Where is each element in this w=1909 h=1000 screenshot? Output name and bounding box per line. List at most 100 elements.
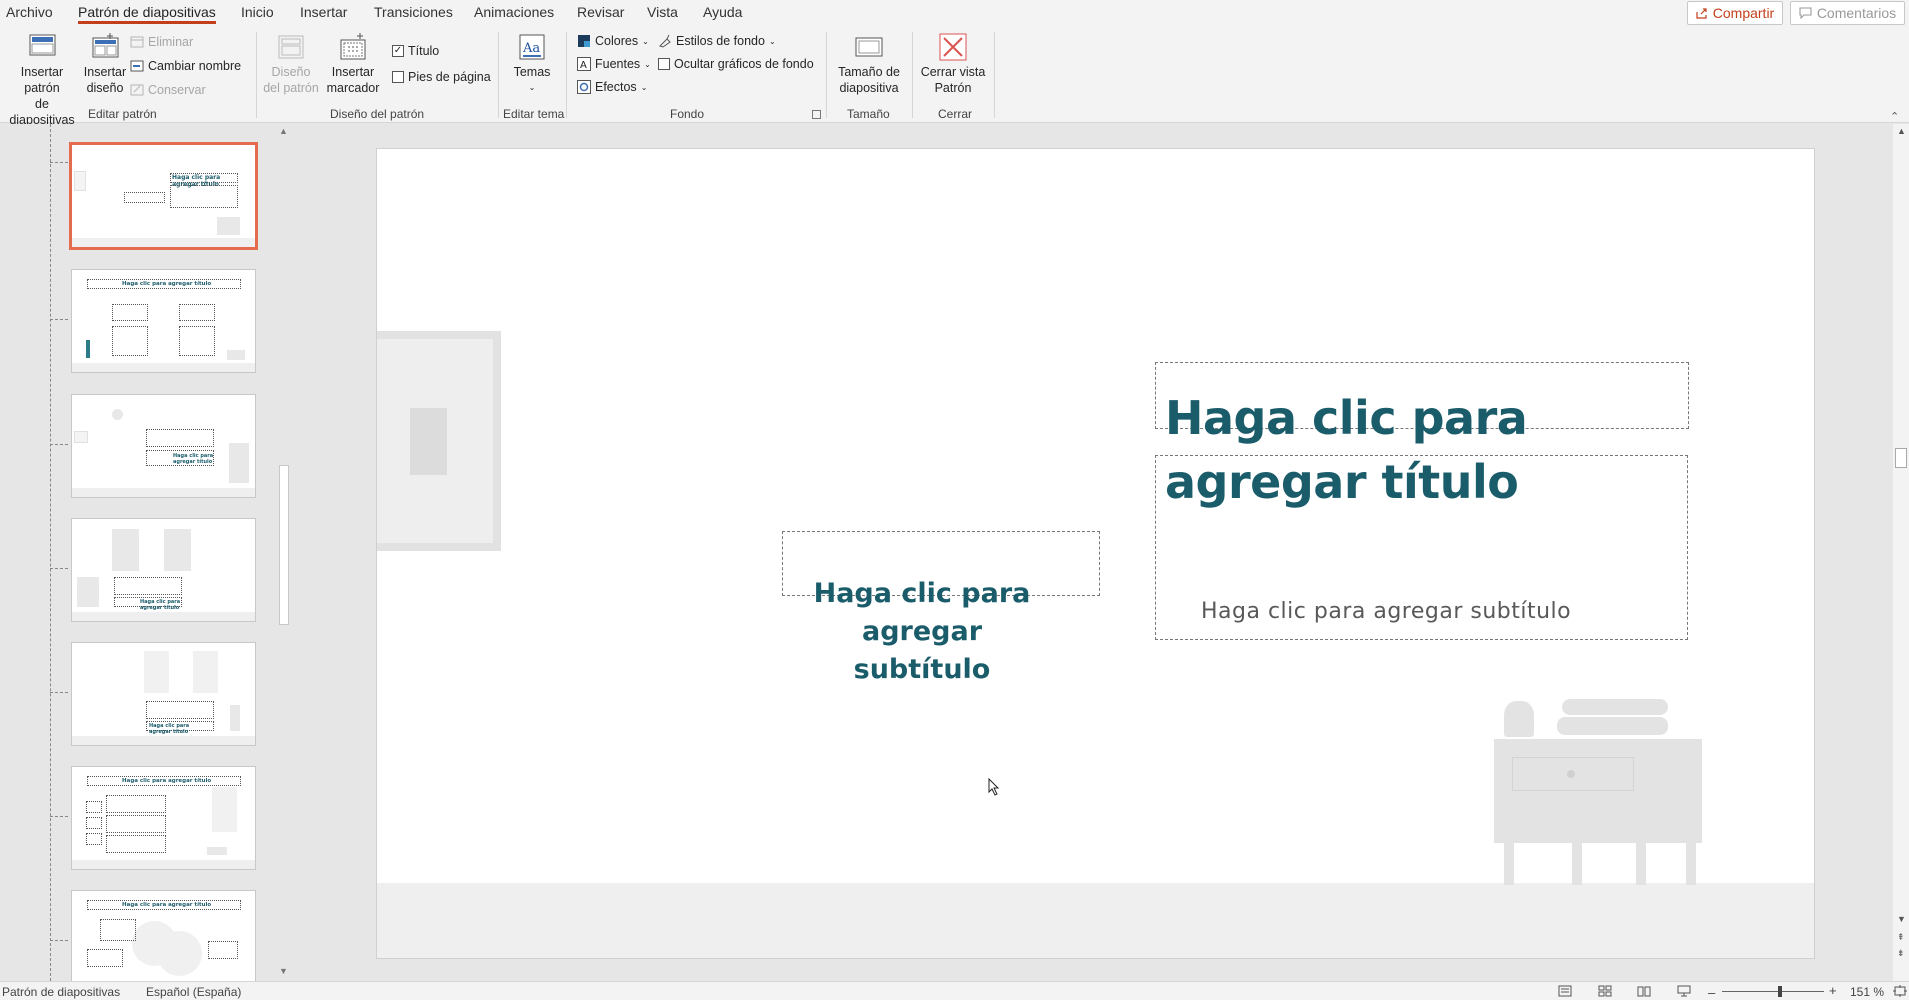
- thumbnail-scrollbar[interactable]: ▲ ▼: [277, 124, 291, 981]
- tree-connector: [50, 940, 68, 941]
- zoom-level[interactable]: 151 %: [1850, 985, 1884, 999]
- slideshow-icon[interactable]: [1677, 985, 1691, 997]
- thumb-subtitle-placeholder: [124, 192, 165, 203]
- preserve-label: Conservar: [148, 83, 206, 97]
- thumb-window: [164, 529, 191, 571]
- tree-connector: [50, 444, 68, 445]
- footers-checkbox[interactable]: Pies de página: [392, 68, 491, 86]
- thumb-decor-circle: [157, 931, 202, 976]
- next-slide-icon[interactable]: ⇟: [1897, 948, 1905, 959]
- tab-vista[interactable]: Vista: [647, 4, 678, 20]
- tab-animaciones[interactable]: Animaciones: [474, 4, 554, 20]
- scroll-down-icon[interactable]: ▼: [279, 966, 288, 976]
- insert-layout-icon: [92, 33, 119, 58]
- thumb-cabinet: [229, 443, 249, 483]
- fonts-button[interactable]: A Fuentes ⌄: [577, 55, 651, 73]
- themes-button[interactable]: Aa Temas ⌄: [510, 32, 554, 96]
- slide-size-button[interactable]: Tamaño de diapositiva: [832, 32, 906, 96]
- comments-button[interactable]: Comentarios: [1790, 1, 1905, 25]
- slide-floor: [377, 883, 1814, 958]
- title-checkbox-box[interactable]: ✓: [392, 45, 404, 57]
- slide-sorter-icon[interactable]: [1598, 985, 1612, 997]
- tab-ayuda[interactable]: Ayuda: [703, 4, 742, 20]
- insert-master-button[interactable]: Insertar patrón de diapositivas: [2, 32, 82, 128]
- editor-scrollbar[interactable]: ▲ ▼ ⇞ ⇟: [1893, 124, 1909, 981]
- layout-thumbnail[interactable]: Haga clic para agregar título: [71, 394, 256, 498]
- insert-placeholder-icon: [340, 33, 366, 60]
- hide-bg-checkbox[interactable]: Ocultar gráficos de fondo: [658, 55, 814, 73]
- layout-thumbnail[interactable]: Haga clic para agregar título: [71, 642, 256, 746]
- previous-slide-icon[interactable]: ⇞: [1897, 932, 1905, 943]
- collapse-ribbon-icon[interactable]: ⌃: [1890, 110, 1899, 123]
- tab-transiciones[interactable]: Transiciones: [374, 4, 453, 20]
- thumbnail-scroll-thumb[interactable]: [279, 465, 289, 625]
- group-label-tamano: Tamaño: [847, 107, 890, 121]
- footers-checkbox-box[interactable]: [392, 71, 404, 83]
- thumb-furniture: [207, 847, 227, 855]
- tab-revisar[interactable]: Revisar: [577, 4, 624, 20]
- reading-view-icon[interactable]: [1637, 985, 1651, 997]
- thumb-floor: [72, 612, 255, 621]
- title-checkbox[interactable]: ✓ Título: [392, 42, 439, 60]
- share-icon: [1696, 8, 1707, 19]
- thumb-frame: [74, 171, 86, 191]
- status-view-name: Patrón de diapositivas: [2, 985, 121, 999]
- thumb-title: Haga clic para agregar título: [122, 902, 212, 908]
- group-separator: [994, 32, 995, 118]
- thumb-furniture: [217, 217, 240, 235]
- slide-canvas[interactable]: Haga clic para agregar título Haga clic …: [376, 148, 1815, 959]
- layout-thumbnail[interactable]: Haga clic para agregar título: [71, 890, 256, 994]
- status-language[interactable]: Español (España): [146, 985, 241, 999]
- tree-connector: [50, 568, 68, 569]
- master-layout-label-1: Diseño: [271, 65, 311, 79]
- group-separator: [826, 32, 827, 118]
- scroll-down-icon[interactable]: ▼: [1897, 914, 1906, 924]
- mid-placeholder-text: Haga clic para agregar subtítulo: [787, 575, 1057, 689]
- fondo-dialog-launcher[interactable]: [812, 110, 821, 119]
- share-button[interactable]: Compartir: [1687, 1, 1783, 25]
- preserve-button[interactable]: Conservar: [130, 81, 206, 99]
- bg-styles-icon: [659, 34, 671, 48]
- layout-thumbnail[interactable]: Haga clic para agregar título: [71, 766, 256, 870]
- group-separator: [256, 32, 257, 118]
- bg-styles-button[interactable]: Estilos de fondo ⌄: [658, 32, 776, 50]
- effects-icon: [577, 80, 591, 94]
- tab-archivo[interactable]: Archivo: [6, 4, 53, 20]
- zoom-slider-thumb[interactable]: [1778, 986, 1782, 997]
- tree-connector: [50, 162, 68, 163]
- scroll-up-icon[interactable]: ▲: [1897, 126, 1906, 136]
- books-illustration: [1557, 717, 1668, 735]
- share-label: Compartir: [1712, 5, 1775, 21]
- zoom-out-button[interactable]: –: [1708, 985, 1715, 1000]
- insert-placeholder-label-2: marcador: [326, 81, 380, 95]
- close-master-view-button[interactable]: Cerrar vista Patrón: [918, 32, 988, 96]
- notes-icon[interactable]: [1558, 985, 1572, 997]
- fit-to-window-icon[interactable]: [1893, 985, 1907, 997]
- layout-thumbnail[interactable]: Haga clic para agregar título: [69, 142, 258, 250]
- zoom-slider-track[interactable]: [1722, 991, 1824, 992]
- insert-layout-button[interactable]: Insertar diseño: [82, 32, 128, 96]
- effects-button[interactable]: Efectos ⌄: [577, 78, 647, 96]
- scroll-up-icon[interactable]: ▲: [279, 126, 288, 136]
- picture-frame: [377, 331, 501, 551]
- thumb-content-placeholder: [179, 326, 215, 356]
- rename-button[interactable]: Cambiar nombre: [130, 57, 241, 75]
- hide-bg-checkbox-box[interactable]: [658, 58, 670, 70]
- editor-scroll-thumb[interactable]: [1895, 448, 1907, 468]
- tab-patron-diapositivas[interactable]: Patrón de diapositivas: [78, 4, 216, 24]
- thumb-floor: [72, 238, 255, 247]
- colors-button[interactable]: Colores ⌄: [577, 32, 649, 50]
- layout-thumbnail[interactable]: Haga clic para agregar título: [71, 269, 256, 373]
- delete-button[interactable]: Eliminar: [130, 33, 193, 51]
- tab-inicio[interactable]: Inicio: [241, 4, 274, 20]
- master-layout-button[interactable]: Diseño del patrón: [262, 32, 320, 96]
- layout-thumbnail[interactable]: Haga clic para agregar título: [71, 518, 256, 622]
- insert-placeholder-button[interactable]: Insertar marcador: [320, 32, 386, 96]
- thumb-title: Haga clic para agregar título: [122, 778, 212, 784]
- nightstand-leg: [1636, 843, 1646, 885]
- tab-insertar[interactable]: Insertar: [300, 4, 347, 20]
- thumb-title: Haga clic para agregar título: [122, 281, 212, 287]
- zoom-in-button[interactable]: +: [1829, 983, 1837, 998]
- cursor-icon: [988, 778, 1000, 796]
- ribbon: Insertar patrón de diapositivas Insertar…: [0, 26, 1909, 127]
